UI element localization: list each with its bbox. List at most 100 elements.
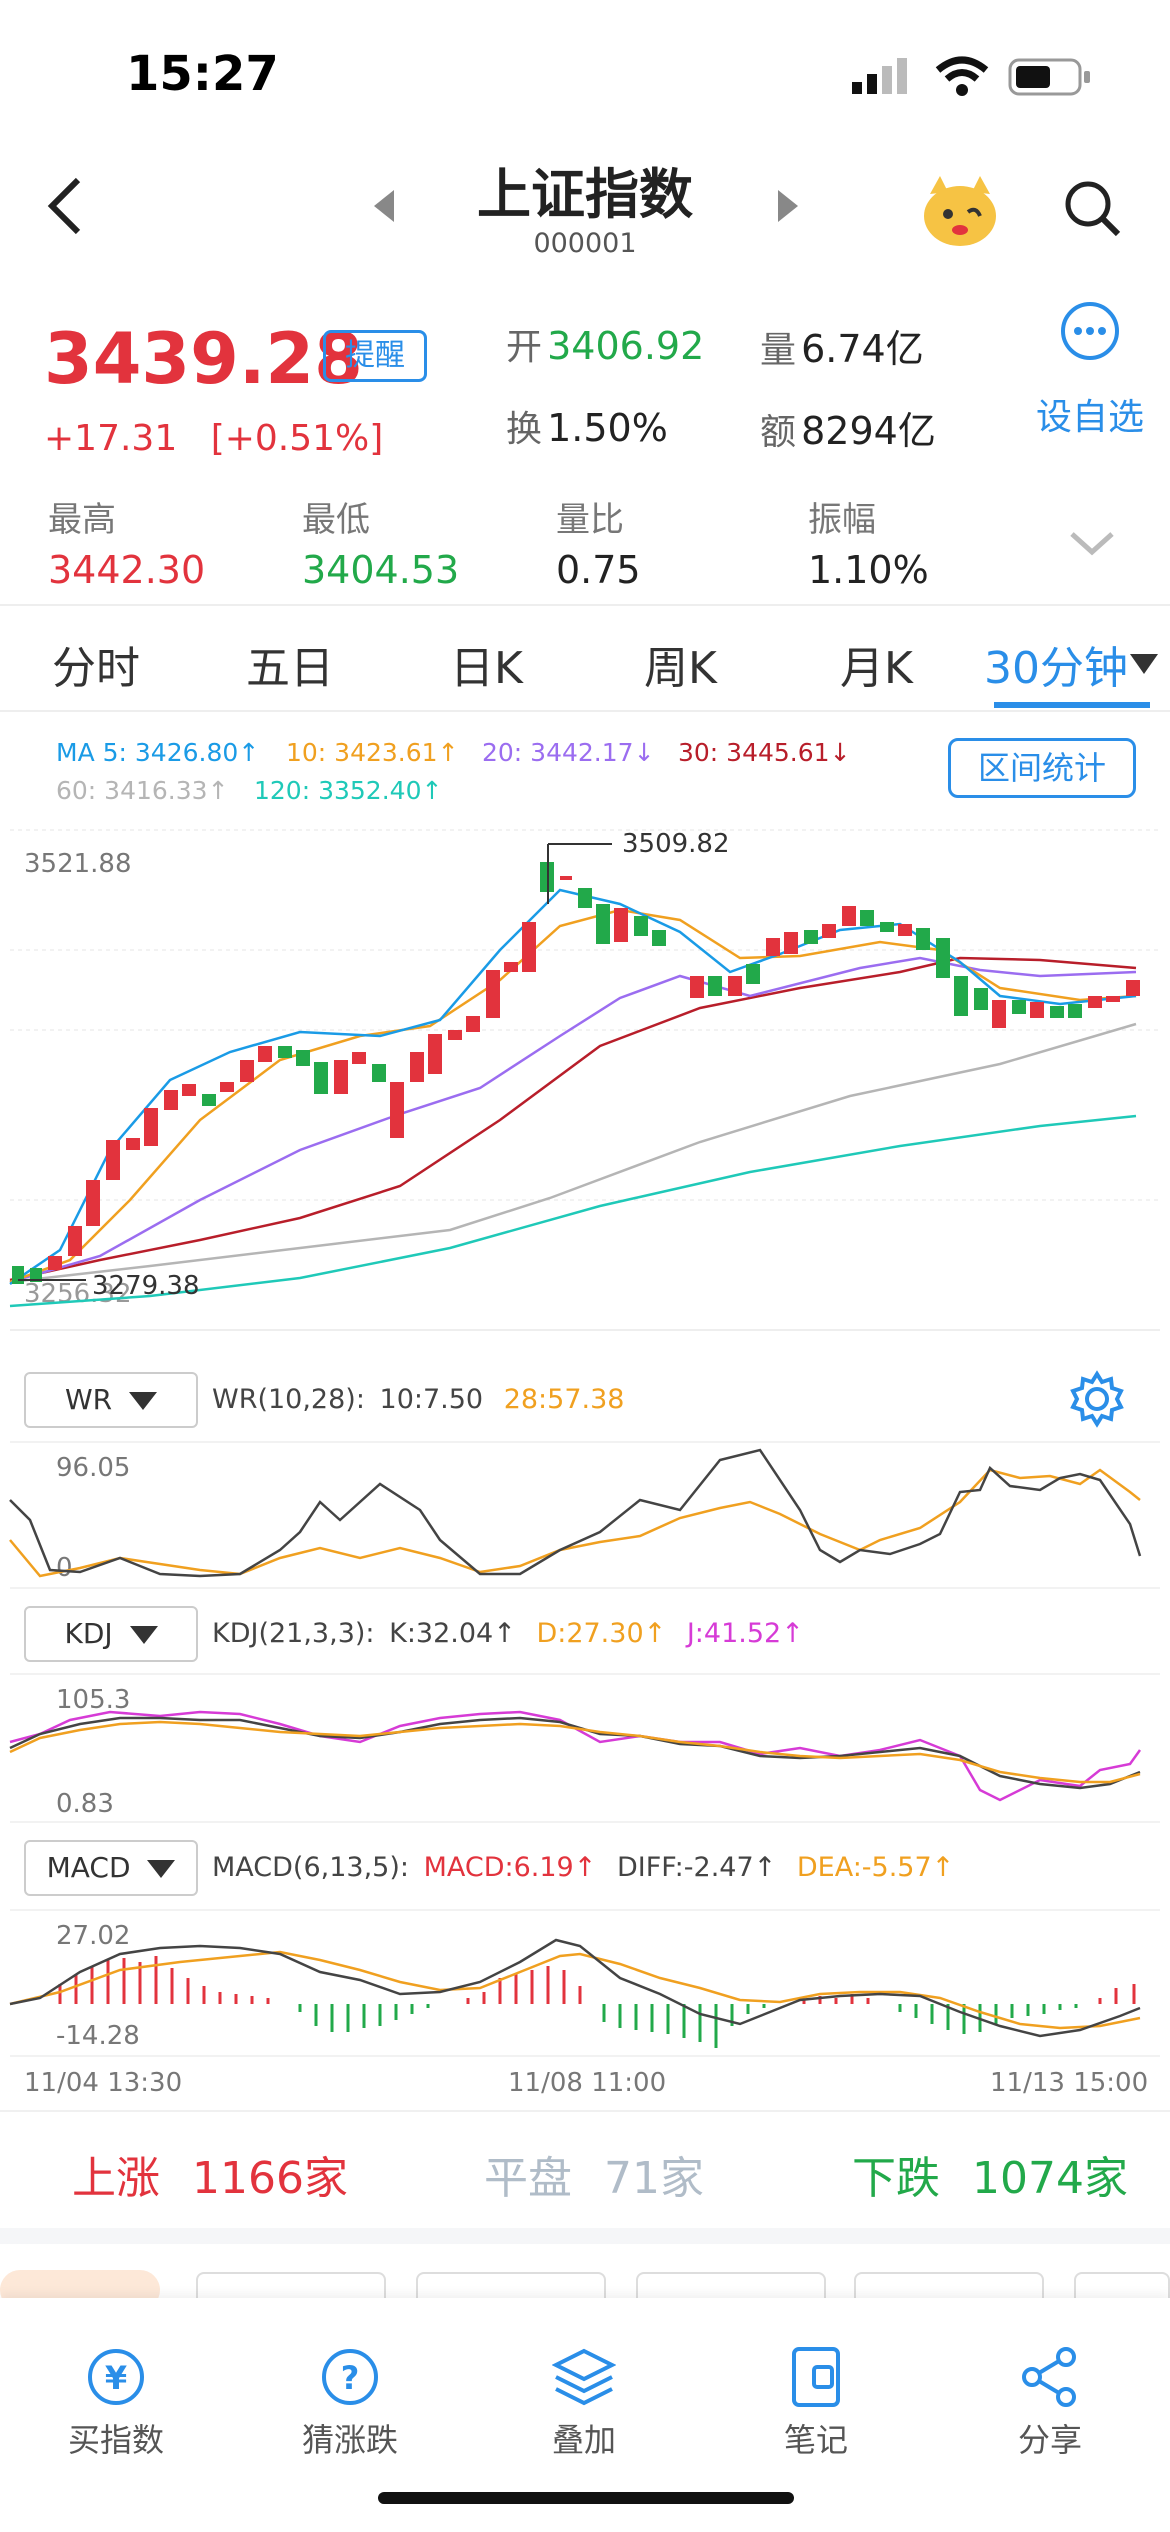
macd-title: MACD(6,13,5): bbox=[212, 1852, 409, 1883]
candle bbox=[1050, 1006, 1064, 1018]
candle bbox=[202, 1094, 216, 1106]
remind-button[interactable]: 提醒 bbox=[323, 330, 427, 382]
diff-value: DIFF:-2.47↑ bbox=[616, 1852, 777, 1883]
candle bbox=[1030, 1002, 1044, 1018]
current-price: 3439.28 bbox=[44, 318, 363, 400]
macd-top-label: 27.02 bbox=[56, 1921, 130, 1951]
unchanged-label: 平盘 bbox=[484, 2153, 572, 2204]
divider bbox=[0, 604, 1170, 606]
volume-field: 量 6.74亿 bbox=[760, 318, 924, 373]
share-label: 分享 bbox=[1017, 2421, 1082, 2459]
ma120-value: 120: 3352.40↑ bbox=[254, 776, 443, 805]
overlay-label: 叠加 bbox=[551, 2421, 616, 2459]
candle bbox=[652, 930, 666, 946]
candle bbox=[182, 1084, 196, 1096]
candle bbox=[728, 976, 742, 996]
candle bbox=[842, 906, 856, 926]
candle bbox=[690, 976, 704, 998]
share-icon bbox=[1018, 2345, 1082, 2409]
dropdown-icon bbox=[129, 1626, 158, 1644]
high-annotation: 3509.82 bbox=[622, 829, 730, 859]
macd-chart[interactable]: 27.02 -14.28 bbox=[0, 1908, 1170, 2058]
candle bbox=[746, 964, 760, 984]
notes-button[interactable]: 笔记 bbox=[746, 2345, 886, 2461]
mascot-icon[interactable] bbox=[918, 170, 1002, 250]
candle bbox=[410, 1052, 424, 1082]
ma20-value: 20: 3442.17↓ bbox=[482, 738, 655, 767]
kdj-d-value: D:27.30↑ bbox=[536, 1618, 667, 1649]
wr-chart[interactable]: 96.05 0 bbox=[0, 1440, 1170, 1590]
dea-value: DEA:-5.57↑ bbox=[796, 1852, 955, 1883]
macd-value: MACD:6.19↑ bbox=[423, 1852, 597, 1883]
buy-index-icon: ¥ bbox=[84, 2345, 148, 2409]
tab-weekly-k[interactable]: 周K bbox=[644, 632, 717, 696]
overlay-button[interactable]: 叠加 bbox=[514, 2345, 654, 2461]
expand-icon[interactable] bbox=[1068, 528, 1116, 558]
volume-value: 6.74亿 bbox=[801, 327, 924, 371]
amount-value: 8294亿 bbox=[801, 409, 936, 453]
price-chart[interactable]: 3521.88 3256.32 3509.82 3279.38 bbox=[0, 820, 1170, 1340]
wr-button-label: WR bbox=[64, 1383, 113, 1416]
low-value: 3404.53 bbox=[302, 548, 460, 592]
buy-index-button[interactable]: ¥ 买指数 bbox=[46, 2345, 186, 2461]
kdj-selector-button[interactable]: KDJ bbox=[24, 1606, 198, 1662]
dropdown-icon bbox=[129, 1392, 158, 1410]
tab-five-day[interactable]: 五日 bbox=[246, 632, 334, 696]
kdj-j-value: J:41.52↑ bbox=[686, 1618, 804, 1649]
candle bbox=[578, 888, 592, 908]
amplitude-label: 振幅 bbox=[808, 500, 876, 540]
svg-text:?: ? bbox=[341, 2359, 360, 2397]
settings-gear-icon[interactable] bbox=[1068, 1370, 1126, 1428]
range-stats-button[interactable]: 区间统计 bbox=[948, 738, 1136, 798]
price-change: +17.31 [+0.51%] bbox=[44, 418, 383, 459]
ma5-value: MA 5: 3426.80↑ bbox=[56, 738, 260, 767]
candle bbox=[504, 962, 518, 972]
add-watchlist-label: 设自选 bbox=[1035, 397, 1144, 438]
unchanged-stat: 平盘 71家 bbox=[484, 2142, 704, 2206]
candlesticks bbox=[12, 862, 1140, 1284]
next-stock-icon[interactable] bbox=[774, 188, 802, 224]
divider bbox=[0, 2110, 1170, 2112]
candle bbox=[278, 1046, 292, 1058]
macd-selector-button[interactable]: MACD bbox=[24, 1840, 198, 1896]
candle bbox=[898, 924, 912, 936]
tab-daily-k[interactable]: 日K bbox=[450, 632, 523, 696]
share-button[interactable]: 分享 bbox=[980, 2345, 1120, 2461]
tab-intraday[interactable]: 分时 bbox=[52, 632, 140, 696]
kdj-top-label: 105.3 bbox=[56, 1685, 130, 1715]
tab-30min[interactable]: 30分钟 bbox=[984, 632, 1128, 696]
tab-monthly-k[interactable]: 月K bbox=[840, 632, 913, 696]
turnover-field: 换 1.50% bbox=[506, 400, 668, 452]
time-axis-start: 11/04 13:30 bbox=[24, 2068, 183, 2098]
candle bbox=[372, 1064, 386, 1082]
kdj-chart[interactable]: 105.3 0.83 bbox=[0, 1672, 1170, 1824]
vol-ratio-label: 量比 bbox=[556, 500, 624, 540]
decliners-count: 1074家 bbox=[972, 2153, 1128, 2204]
candle bbox=[448, 1030, 462, 1040]
kdj-button-label: KDJ bbox=[64, 1617, 113, 1650]
candle bbox=[804, 930, 818, 944]
candle bbox=[68, 1226, 82, 1256]
candle bbox=[352, 1052, 366, 1064]
tab-dropdown-icon[interactable] bbox=[1128, 652, 1160, 676]
macd-button-label: MACD bbox=[46, 1851, 131, 1884]
candle bbox=[258, 1046, 272, 1062]
wr-selector-button[interactable]: WR bbox=[24, 1372, 198, 1428]
kdj-legend: KDJ(21,3,3): K:32.04↑ D:27.30↑ J:41.52↑ bbox=[212, 1618, 804, 1649]
divider bbox=[0, 710, 1170, 712]
guess-button[interactable]: ? 猜涨跌 bbox=[280, 2345, 420, 2461]
candle bbox=[428, 1034, 442, 1074]
candle bbox=[634, 916, 648, 936]
candle bbox=[916, 928, 930, 950]
candle bbox=[296, 1050, 310, 1066]
open-field: 开 3406.92 bbox=[506, 318, 704, 370]
candle bbox=[1106, 996, 1120, 1002]
search-icon[interactable] bbox=[1062, 178, 1122, 238]
decliners-stat: 下跌 1074家 bbox=[852, 2142, 1128, 2206]
notebook-icon bbox=[784, 2345, 848, 2409]
add-watchlist-button[interactable]: 设自选 bbox=[1030, 300, 1150, 440]
buy-index-label: 买指数 bbox=[67, 2421, 164, 2459]
macd-bottom-label: -14.28 bbox=[56, 2021, 140, 2051]
dropdown-icon bbox=[147, 1860, 176, 1878]
layers-icon bbox=[551, 2345, 617, 2409]
